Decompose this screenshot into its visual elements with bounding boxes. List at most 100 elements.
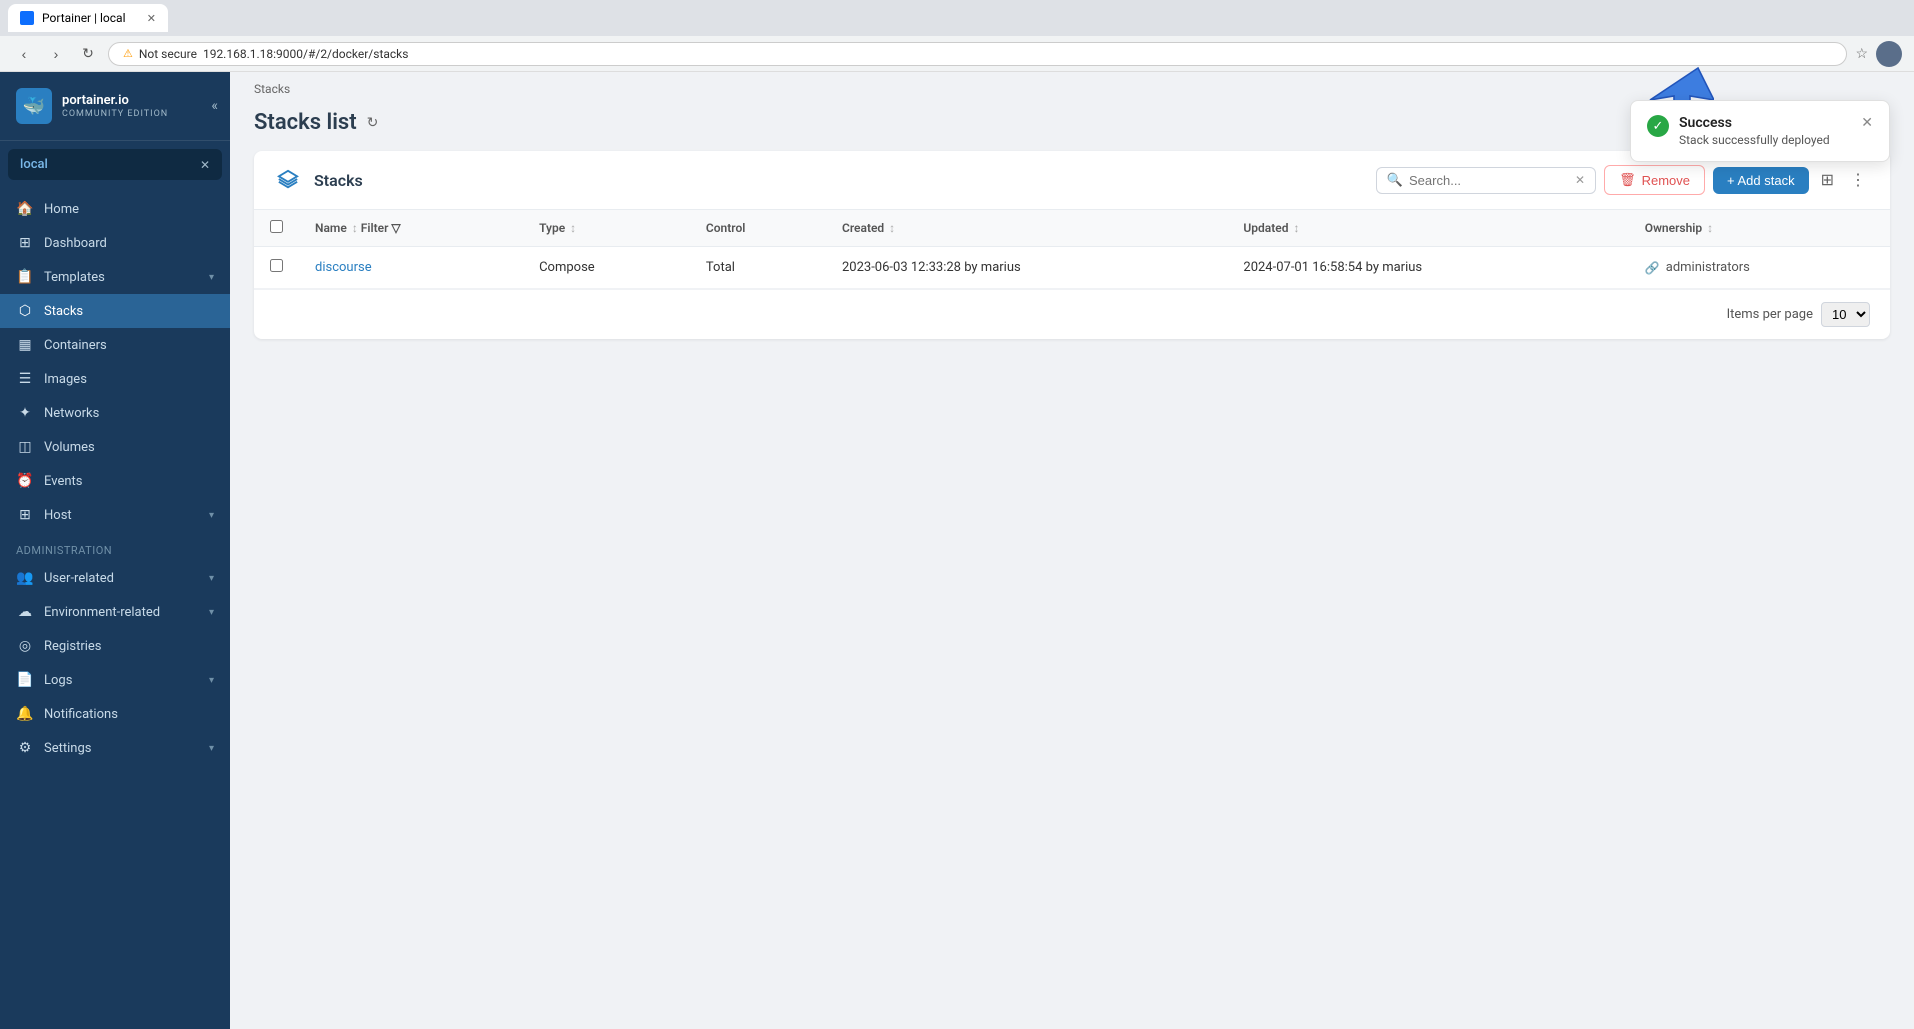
sidebar-item-stacks[interactable]: ⬡ Stacks [0, 294, 230, 328]
sidebar-item-dashboard[interactable]: ⊞ Dashboard [0, 226, 230, 260]
sidebar-item-label: Containers [44, 338, 107, 353]
sidebar-item-environment-related[interactable]: ☁ Environment-related ▾ [0, 595, 230, 629]
profile-avatar[interactable] [1876, 41, 1902, 67]
admin-section-label: Administration [0, 532, 230, 561]
logo-text: portainer.io [62, 93, 168, 110]
row-created-cell: 2023-06-03 12:33:28 by marius [826, 247, 1227, 289]
sidebar-logo: 🐳 portainer.io COMMUNITY EDITION « [0, 72, 230, 141]
sidebar-item-label: Templates [44, 270, 105, 285]
templates-icon: 📋 [16, 269, 34, 285]
panel-title: Stacks [314, 171, 1364, 190]
sidebar-item-templates[interactable]: 📋 Templates ▾ [0, 260, 230, 294]
column-updated[interactable]: Updated ↕ [1227, 210, 1628, 247]
sidebar-item-logs[interactable]: 📄 Logs ▾ [0, 663, 230, 697]
sidebar-item-settings[interactable]: ⚙ Settings ▾ [0, 731, 230, 765]
select-all-checkbox-header[interactable] [254, 210, 299, 247]
add-stack-label: + Add stack [1727, 173, 1795, 188]
notification-container: ✓ Success Stack successfully deployed ✕ [1630, 100, 1890, 162]
back-button[interactable]: ‹ [12, 42, 36, 66]
browser-tab[interactable]: Portainer | local ✕ [8, 4, 168, 32]
sidebar-env-selector[interactable]: local ✕ [8, 149, 222, 180]
settings-icon: ⚙ [16, 740, 34, 756]
sidebar-item-home[interactable]: 🏠 Home [0, 192, 230, 226]
logo-sub: COMMUNITY EDITION [62, 109, 168, 119]
refresh-page-button[interactable]: ↻ [367, 114, 379, 131]
volumes-icon: ◫ [16, 439, 34, 455]
stacks-table: Name ↕ Filter ▽ Type ↕ Control Created ↕… [254, 210, 1890, 289]
containers-icon: ▦ [16, 337, 34, 353]
sidebar-item-label: Stacks [44, 304, 83, 319]
chevron-down-icon: ▾ [209, 607, 214, 618]
items-per-page: Items per page 10 25 50 [254, 289, 1890, 339]
chevron-down-icon: ▾ [209, 272, 214, 283]
stacks-table-body: discourse Compose Total 2023-06-03 12:33… [254, 247, 1890, 289]
env-name-label: local [20, 157, 48, 172]
success-notification: ✓ Success Stack successfully deployed ✕ [1630, 100, 1890, 162]
sidebar-collapse-button[interactable]: « [211, 98, 218, 114]
sidebar-item-events[interactable]: ⏰ Events [0, 464, 230, 498]
chevron-down-icon: ▾ [209, 675, 214, 686]
sidebar-item-user-related[interactable]: 👥 User-related ▾ [0, 561, 230, 595]
column-name[interactable]: Name ↕ Filter ▽ [299, 210, 523, 247]
row-type-cell: Compose [523, 247, 690, 289]
sidebar-item-label: Volumes [44, 440, 95, 455]
select-all-checkbox[interactable] [270, 220, 283, 233]
sidebar-nav: 🏠 Home ⊞ Dashboard 📋 Templates ▾ ⬡ Stack… [0, 188, 230, 1029]
row-checkbox[interactable] [270, 259, 283, 272]
environment-icon: ☁ [16, 604, 34, 620]
sidebar-item-registries[interactable]: ◎ Registries [0, 629, 230, 663]
search-input[interactable] [1409, 173, 1569, 188]
forward-button[interactable]: › [44, 42, 68, 66]
row-name-cell: discourse [299, 247, 523, 289]
logs-icon: 📄 [16, 672, 34, 688]
host-icon: ⊞ [16, 507, 34, 523]
chevron-down-icon: ▾ [209, 743, 214, 754]
tab-close-button[interactable]: ✕ [147, 12, 156, 25]
add-stack-button[interactable]: + Add stack [1713, 167, 1809, 194]
bookmark-icon[interactable]: ☆ [1855, 46, 1868, 62]
logo-text-container: portainer.io COMMUNITY EDITION [62, 93, 168, 120]
user-related-icon: 👥 [16, 570, 34, 586]
table-header-row: Name ↕ Filter ▽ Type ↕ Control Created ↕… [254, 210, 1890, 247]
panel-stacks-icon [274, 166, 302, 194]
sidebar-item-host[interactable]: ⊞ Host ▾ [0, 498, 230, 532]
items-per-page-label: Items per page [1727, 307, 1813, 322]
sort-icon: ↕ [1293, 221, 1299, 235]
search-clear-button[interactable]: ✕ [1575, 173, 1585, 187]
column-ownership[interactable]: Ownership ↕ [1629, 210, 1890, 247]
address-bar[interactable]: ⚠ Not secure 192.168.1.18:9000/#/2/docke… [108, 42, 1847, 66]
row-checkbox-cell[interactable] [254, 247, 299, 289]
view-toggle-button[interactable]: ⊞ [1817, 166, 1838, 194]
registries-icon: ◎ [16, 638, 34, 654]
search-icon: 🔍 [1387, 173, 1403, 188]
not-secure-label: Not secure [139, 47, 197, 61]
sidebar-item-label: Dashboard [44, 236, 107, 251]
sidebar-item-containers[interactable]: ▦ Containers [0, 328, 230, 362]
sidebar-item-label: Logs [44, 673, 72, 688]
notification-close-button[interactable]: ✕ [1861, 115, 1873, 131]
refresh-button[interactable]: ↻ [76, 42, 100, 66]
remove-button[interactable]: 🗑 Remove [1604, 165, 1705, 195]
sidebar-item-label: Registries [44, 639, 102, 654]
url-text: 192.168.1.18:9000/#/2/docker/stacks [203, 47, 409, 61]
lock-icon: ⚠ [123, 47, 133, 60]
row-updated-cell: 2024-07-01 16:58:54 by marius [1227, 247, 1628, 289]
chevron-down-icon: ▾ [209, 573, 214, 584]
column-created[interactable]: Created ↕ [826, 210, 1227, 247]
sidebar-item-images[interactable]: ☰ Images [0, 362, 230, 396]
panel-actions: 🔍 ✕ 🗑 Remove + Add stack ⊞ ⋮ [1376, 165, 1870, 195]
sidebar-item-networks[interactable]: ✦ Networks [0, 396, 230, 430]
env-close-button[interactable]: ✕ [200, 158, 210, 172]
browser-nav: ‹ › ↻ ⚠ Not secure 192.168.1.18:9000/#/2… [0, 36, 1914, 72]
notifications-icon: 🔔 [16, 706, 34, 722]
stacks-icon: ⬡ [16, 303, 34, 319]
search-box[interactable]: 🔍 ✕ [1376, 167, 1596, 194]
column-type[interactable]: Type ↕ [523, 210, 690, 247]
stack-name-link[interactable]: discourse [315, 260, 372, 275]
sidebar-item-notifications[interactable]: 🔔 Notifications [0, 697, 230, 731]
items-per-page-select[interactable]: 10 25 50 [1821, 302, 1870, 327]
more-options-button[interactable]: ⋮ [1846, 166, 1870, 194]
sort-icon: ↕ [570, 221, 576, 235]
notification-title: Success [1679, 115, 1851, 131]
sidebar-item-volumes[interactable]: ◫ Volumes [0, 430, 230, 464]
